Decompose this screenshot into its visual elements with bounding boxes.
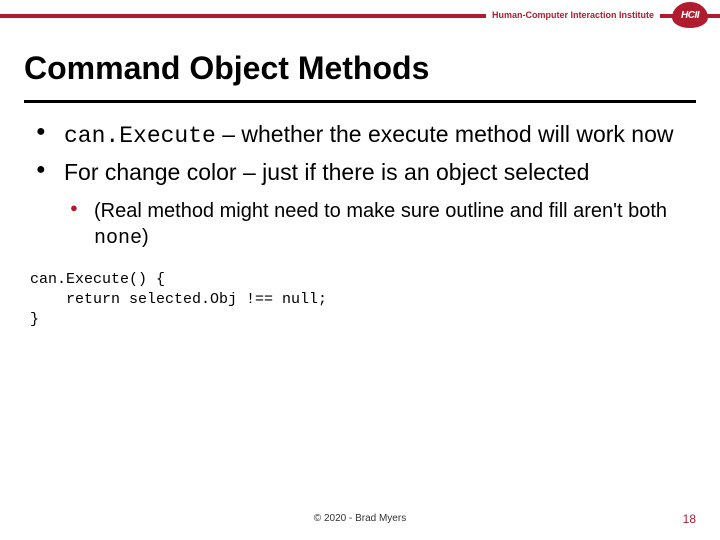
code-span: none (94, 227, 142, 250)
sub-bullet-list: (Real method might need to make sure out… (64, 198, 690, 252)
slide-number: 18 (683, 512, 696, 526)
title-underline (24, 100, 696, 103)
hcii-logo-text: HCII (681, 10, 699, 21)
hcii-logo: HCII (672, 2, 708, 28)
header-bar: Human-Computer Interaction Institute HCI… (0, 0, 720, 30)
bullet-list: can.Execute – whether the execute method… (30, 120, 690, 252)
institute-label: Human-Computer Interaction Institute (486, 10, 660, 20)
bullet-text: For change color – just if there is an o… (64, 159, 589, 185)
slide-content: can.Execute – whether the execute method… (30, 120, 690, 331)
slide-title: Command Object Methods (24, 50, 429, 87)
footer-copyright: © 2020 - Brad Myers (0, 513, 720, 524)
bullet-text: – whether the execute method will work n… (216, 121, 674, 147)
bullet-item: For change color – just if there is an o… (30, 158, 690, 252)
sub-bullet-item: (Real method might need to make sure out… (64, 198, 690, 252)
sub-bullet-post: ) (142, 226, 149, 248)
bullet-item: can.Execute – whether the execute method… (30, 120, 690, 152)
code-block: can.Execute() { return selected.Obj !== … (30, 270, 690, 331)
code-span: can.Execute (64, 123, 216, 149)
sub-bullet-pre: (Real method might need to make sure out… (94, 200, 667, 222)
